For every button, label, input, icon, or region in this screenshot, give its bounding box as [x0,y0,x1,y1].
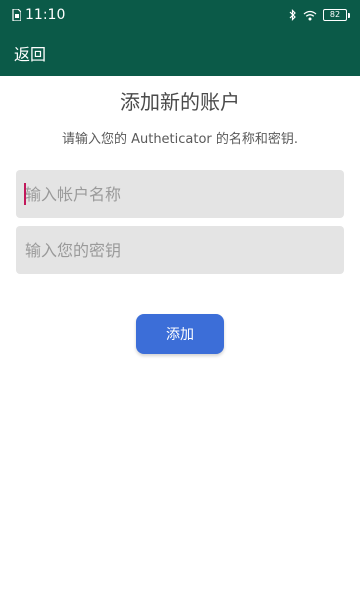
status-bar: 11:10 82 [0,0,360,30]
battery-tip [348,12,350,18]
app-bar: 返回 [0,30,360,76]
account-name-input[interactable] [25,170,344,218]
app-screen: 11:10 82 返回 添加新的账户 请输入您的 Autheticator 的名… [0,0,360,600]
battery-icon: 82 [323,9,350,21]
battery-level: 82 [323,9,347,21]
account-name-field[interactable] [16,170,344,218]
status-time: 11:10 [25,7,66,23]
text-cursor [24,183,26,205]
secret-key-input[interactable] [25,226,344,274]
bluetooth-icon [289,9,297,21]
back-button[interactable]: 返回 [14,41,46,65]
secret-key-field[interactable] [16,226,344,274]
add-button[interactable]: 添加 [136,314,224,354]
sim-icon [12,9,21,21]
page-title: 添加新的账户 [120,90,240,114]
wifi-icon [303,10,317,21]
status-right: 82 [289,9,350,21]
status-left: 11:10 [12,7,65,23]
page-subtitle: 请输入您的 Autheticator 的名称和密钥. [61,132,299,147]
